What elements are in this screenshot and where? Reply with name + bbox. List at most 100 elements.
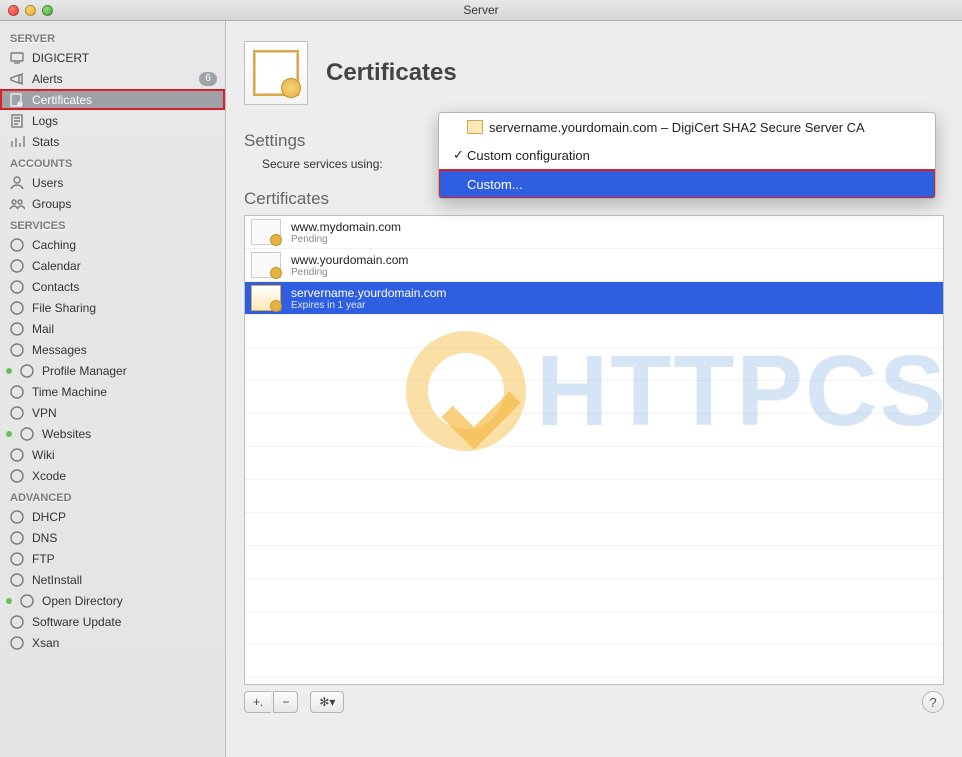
empty-row	[245, 348, 943, 381]
sidebar-item-websites[interactable]: Websites	[0, 423, 225, 444]
dropdown-option-custom-config[interactable]: ✓ Custom configuration	[439, 141, 935, 169]
sidebar-item-netinstall[interactable]: NetInstall	[0, 569, 225, 590]
sidebar-item-label: Stats	[32, 135, 59, 149]
dropdown-option-label: Custom...	[467, 177, 523, 192]
certificate-name: www.mydomain.com	[291, 220, 401, 234]
sidebar-item-file-sharing[interactable]: File Sharing	[0, 297, 225, 318]
add-button[interactable]: +.	[244, 691, 271, 713]
certificate-row[interactable]: www.yourdomain.comPending	[245, 249, 943, 282]
sidebar-item-label: Mail	[32, 322, 54, 336]
certificate-status: Pending	[291, 267, 408, 278]
empty-row	[245, 447, 943, 480]
sidebar-section-header: ACCOUNTS	[0, 152, 225, 172]
vpn-icon	[8, 405, 26, 421]
sidebar-item-contacts[interactable]: Contacts	[0, 276, 225, 297]
sidebar-item-label: FTP	[32, 552, 55, 566]
messages-icon	[8, 342, 26, 358]
alert-badge: 6	[199, 72, 217, 86]
sidebar-item-label: Websites	[42, 427, 91, 441]
sidebar-section-header: ADVANCED	[0, 486, 225, 506]
sidebar-item-certificates[interactable]: Certificates	[0, 89, 225, 110]
certificate-info: www.yourdomain.comPending	[291, 253, 408, 278]
status-dot-icon	[6, 368, 12, 374]
sidebar-item-stats[interactable]: Stats	[0, 131, 225, 152]
sidebar-item-label: NetInstall	[32, 573, 82, 587]
secure-services-dropdown[interactable]: servername.yourdomain.com – DigiCert SHA…	[438, 112, 936, 199]
sidebar-item-label: Xcode	[32, 469, 66, 483]
status-dot-icon	[6, 598, 12, 604]
certificate-thumb-icon	[251, 285, 281, 311]
sidebar-item-label: Groups	[32, 197, 71, 211]
sidebar-item-label: Caching	[32, 238, 76, 252]
calendar-icon	[8, 258, 26, 274]
empty-row	[245, 612, 943, 645]
sidebar-item-profile-manager[interactable]: Profile Manager	[0, 360, 225, 381]
sidebar-item-open-directory[interactable]: Open Directory	[0, 590, 225, 611]
empty-row	[245, 579, 943, 612]
sidebar-item-software-update[interactable]: Software Update	[0, 611, 225, 632]
dropdown-option-domain[interactable]: servername.yourdomain.com – DigiCert SHA…	[439, 113, 935, 141]
gear-menu-button[interactable]: ✻▾	[310, 691, 344, 713]
certificate-status: Expires in 1 year	[291, 300, 446, 311]
sidebar: SERVERDIGICERTAlerts6CertificatesLogsSta…	[0, 21, 226, 757]
sidebar-item-alerts[interactable]: Alerts6	[0, 68, 225, 89]
megaphone-icon	[8, 71, 26, 87]
sidebar-item-ftp[interactable]: FTP	[0, 548, 225, 569]
xsan-icon	[8, 635, 26, 651]
sidebar-item-vpn[interactable]: VPN	[0, 402, 225, 423]
certificate-status: Pending	[291, 234, 401, 245]
certificate-icon	[8, 92, 26, 108]
certificate-thumb-icon	[251, 219, 281, 245]
certificate-info: www.mydomain.comPending	[291, 220, 401, 245]
sidebar-item-label: Contacts	[32, 280, 79, 294]
softwareupdate-icon	[8, 614, 26, 630]
sidebar-item-xcode[interactable]: Xcode	[0, 465, 225, 486]
certificate-name: servername.yourdomain.com	[291, 286, 446, 300]
status-dot-icon	[6, 431, 12, 437]
websites-icon	[18, 426, 36, 442]
log-icon	[8, 113, 26, 129]
empty-row	[245, 513, 943, 546]
sidebar-item-label: DNS	[32, 531, 57, 545]
certificate-name: www.yourdomain.com	[291, 253, 408, 267]
help-button[interactable]: ?	[922, 691, 944, 713]
sidebar-item-time-machine[interactable]: Time Machine	[0, 381, 225, 402]
empty-row	[245, 414, 943, 447]
empty-row	[245, 645, 943, 678]
certificate-row[interactable]: www.mydomain.comPending	[245, 216, 943, 249]
sidebar-item-label: Xsan	[32, 636, 59, 650]
sidebar-item-wiki[interactable]: Wiki	[0, 444, 225, 465]
sidebar-item-digicert[interactable]: DIGICERT	[0, 47, 225, 68]
sidebar-item-label: Certificates	[32, 93, 92, 107]
sidebar-item-xsan[interactable]: Xsan	[0, 632, 225, 653]
empty-row	[245, 480, 943, 513]
sidebar-item-caching[interactable]: Caching	[0, 234, 225, 255]
monitor-icon	[8, 50, 26, 66]
secure-services-label: Secure services using:	[262, 157, 383, 171]
contacts-icon	[8, 279, 26, 295]
certificate-large-icon	[244, 41, 308, 105]
dns-icon	[8, 530, 26, 546]
sidebar-item-logs[interactable]: Logs	[0, 110, 225, 131]
sidebar-item-dns[interactable]: DNS	[0, 527, 225, 548]
sidebar-item-label: DHCP	[32, 510, 66, 524]
sidebar-item-dhcp[interactable]: DHCP	[0, 506, 225, 527]
remove-button[interactable]: −	[273, 691, 298, 713]
sidebar-item-label: DIGICERT	[32, 51, 89, 65]
sidebar-item-groups[interactable]: Groups	[0, 193, 225, 214]
sidebar-item-label: VPN	[32, 406, 57, 420]
certificates-list[interactable]: www.mydomain.comPendingwww.yourdomain.co…	[244, 215, 944, 685]
certificate-row[interactable]: servername.yourdomain.comExpires in 1 ye…	[245, 282, 943, 315]
sidebar-item-label: Open Directory	[42, 594, 123, 608]
sidebar-item-messages[interactable]: Messages	[0, 339, 225, 360]
sidebar-item-calendar[interactable]: Calendar	[0, 255, 225, 276]
group-icon	[8, 196, 26, 212]
filesharing-icon	[8, 300, 26, 316]
wiki-icon	[8, 447, 26, 463]
dropdown-option-custom[interactable]: Custom...	[439, 170, 935, 198]
mail-icon	[8, 321, 26, 337]
sidebar-item-users[interactable]: Users	[0, 172, 225, 193]
dropdown-option-label: Custom configuration	[467, 148, 590, 163]
checkmark-icon: ✓	[453, 147, 467, 163]
sidebar-item-mail[interactable]: Mail	[0, 318, 225, 339]
